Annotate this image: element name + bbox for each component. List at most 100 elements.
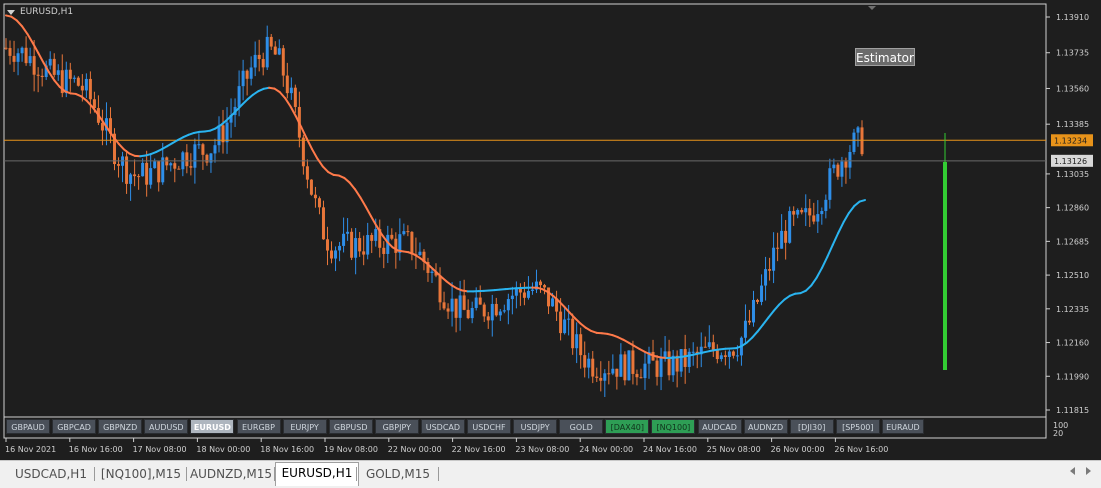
candle-body [467, 310, 470, 318]
candle-body [627, 350, 630, 380]
chart-tab-usdcadh1[interactable]: USDCAD,H1 [7, 464, 95, 484]
chart-tab-nq100m15[interactable]: [NQ100],M15 [95, 464, 187, 484]
candle-body [447, 308, 450, 311]
candle-body [483, 305, 486, 317]
candle-body [226, 123, 229, 143]
candle-body [463, 295, 466, 309]
price-tick-label: 1.12685 [1056, 237, 1089, 246]
candle-body [141, 163, 144, 176]
price-tick-label: 1.12335 [1056, 305, 1089, 314]
candle-body [607, 373, 610, 374]
time-tick-label: 17 Nov 08:00 [133, 445, 187, 454]
price-chart[interactable]: 1.132341.13126 1.139101.137351.135601.13… [0, 0, 1101, 460]
tabs-scroll-right-icon[interactable] [1086, 467, 1091, 475]
candle-body [812, 215, 815, 221]
candle-body [338, 246, 341, 251]
symbol-button-eurgbp[interactable]: EURGBP [237, 419, 281, 434]
smoothed-line-segment [430, 266, 435, 271]
smoothed-line-segment [285, 98, 290, 106]
candle-body [57, 70, 60, 75]
candle-body [133, 174, 136, 176]
symbol-button-dji30[interactable]: [DJI30] [790, 419, 834, 434]
candle-body [33, 56, 36, 75]
candle-body [366, 235, 369, 255]
candle-body [286, 76, 289, 94]
symbol-button-eurjpy[interactable]: EURJPY [283, 419, 327, 434]
time-tick-label: 16 Nov 16:00 [69, 445, 123, 454]
candle-body [708, 342, 711, 347]
symbol-button-usdjpy[interactable]: USDJPY [513, 419, 557, 434]
candle-body [153, 161, 156, 168]
candle-body [266, 37, 269, 67]
symbol-button-sp500[interactable]: [SP500] [836, 419, 880, 434]
candle-body [631, 350, 634, 374]
smoothed-line-segment [119, 144, 124, 150]
candle-body [668, 351, 671, 375]
smoothed-line-segment [559, 301, 564, 307]
symbol-button-usdcad[interactable]: USDCAD [421, 419, 465, 434]
symbol-button-euraud[interactable]: EURAUD [882, 419, 924, 434]
candle-body [129, 174, 132, 183]
candle-body [25, 48, 28, 63]
candle-body [9, 48, 12, 56]
symbol-button-dax40[interactable]: [DAX40] [605, 419, 649, 434]
price-tick-label: 1.11990 [1056, 372, 1089, 381]
candle-body [615, 369, 618, 377]
symbol-button-nq100[interactable]: [NQ100] [651, 419, 695, 434]
candle-body [660, 358, 663, 377]
candle-body [250, 67, 253, 78]
time-tick-label: 25 Nov 08:00 [707, 445, 761, 454]
smoothed-line-segment [360, 197, 365, 206]
candles-group [5, 26, 864, 397]
time-tick-label: 18 Nov 00:00 [196, 445, 250, 454]
scroll-marker-icon [868, 6, 876, 10]
smoothed-line-segment [763, 318, 768, 325]
candle-body [318, 198, 321, 207]
symbol-button-audusd[interactable]: AUDUSD [144, 419, 188, 434]
chart-window[interactable]: 1.132341.13126 1.139101.137351.135601.13… [0, 0, 1101, 460]
candle-body [716, 350, 719, 359]
candle-body [290, 88, 293, 93]
candle-body [69, 70, 72, 79]
candle-body [603, 373, 606, 380]
tabs-scroll-left-icon[interactable] [1070, 467, 1075, 475]
smoothed-line-segment [344, 178, 349, 183]
smoothed-line-segment [248, 95, 253, 100]
price-tick-label: 1.12160 [1056, 339, 1089, 348]
price-tick-label: 1.13735 [1056, 49, 1089, 58]
smoothed-line-segment [87, 101, 92, 107]
smoothed-line-segment [350, 183, 355, 190]
candle-body [37, 75, 40, 76]
candle-body [41, 76, 44, 77]
symbol-button-gbpusd[interactable]: GBPUSD [329, 419, 373, 434]
chart-tab-goldm15[interactable]: GOLD,M15 [357, 464, 439, 484]
chart-tab-audnzdm15[interactable]: AUDNZD,M15 [187, 464, 275, 484]
menu-triangle-icon[interactable] [7, 10, 15, 15]
smoothed-line-segment [317, 159, 322, 167]
estimator-button[interactable]: Estimator [855, 48, 915, 66]
time-tick-label: 23 Nov 08:00 [515, 445, 569, 454]
candle-body [824, 200, 827, 211]
candle-body [487, 316, 490, 320]
smoothed-line-segment [280, 92, 285, 98]
smoothed-line-segment [323, 166, 328, 172]
symbol-button-gbpnzd[interactable]: GBPNZD [98, 419, 142, 434]
symbol-button-eurusd[interactable]: EURUSD [190, 419, 234, 434]
symbol-button-gbpjpy[interactable]: GBPJPY [375, 419, 419, 434]
chart-tab-eurusdh1[interactable]: EURUSD,H1 [275, 462, 359, 486]
symbol-button-usdchf[interactable]: USDCHF [467, 419, 511, 434]
candle-body [65, 70, 68, 93]
symbol-button-audcad[interactable]: AUDCAD [698, 419, 742, 434]
symbol-button-gbpcad[interactable]: GBPCAD [52, 419, 96, 434]
symbol-button-gold[interactable]: GOLD [559, 419, 603, 434]
candle-body [306, 166, 309, 179]
candle-body [193, 144, 196, 167]
symbol-button-gbpaud[interactable]: GBPAUD [6, 419, 50, 434]
candle-body [157, 161, 160, 182]
candle-body [507, 299, 510, 310]
candle-body [768, 269, 771, 271]
candle-body [430, 272, 433, 273]
candle-body [21, 48, 24, 53]
symbol-button-audnzd[interactable]: AUDNZD [744, 419, 788, 434]
candle-body [499, 311, 502, 315]
